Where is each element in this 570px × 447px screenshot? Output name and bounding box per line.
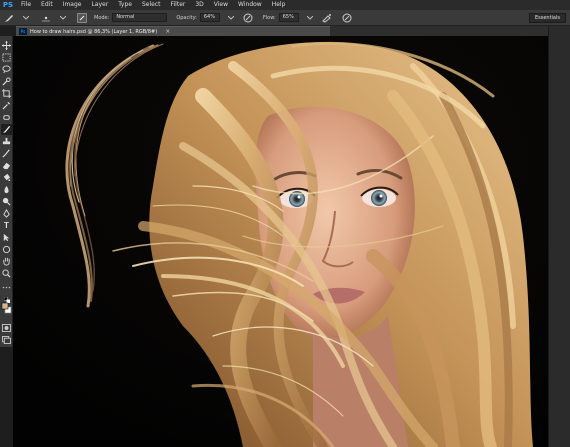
dodge-tool-icon[interactable] [1,196,12,207]
options-bar: Mode: Normal Opacity: 64% Flow: 65% Esse… [0,10,570,26]
document-canvas[interactable] [13,36,548,447]
chevron-down-icon[interactable] [305,12,316,23]
menu-filter[interactable]: Filter [166,0,191,10]
menu-edit[interactable]: Edit [36,0,58,10]
paint-bucket-tool-icon[interactable] [1,172,12,183]
quick-selection-tool-icon[interactable] [1,76,12,87]
chevron-down-icon[interactable] [20,12,31,23]
pen-tool-icon[interactable] [1,208,12,219]
mode-label: Mode: [94,14,110,21]
brush-tool-preset-icon[interactable] [3,12,14,23]
photo-woman-windblown-hair [13,36,548,447]
opacity-label: Opacity: [176,14,197,21]
clone-stamp-tool-icon[interactable] [1,136,12,147]
hand-tool-icon[interactable] [1,256,12,267]
tab-strip [330,26,548,36]
marquee-tool-icon[interactable] [1,52,12,63]
menu-window[interactable]: Window [233,0,267,10]
menu-view[interactable]: View [209,0,233,10]
move-tool-icon[interactable] [1,40,12,51]
menu-3d[interactable]: 3D [190,0,208,10]
path-selection-tool-icon[interactable] [1,232,12,243]
document-tab[interactable]: Ps How to draw hairs.psd @ 86,3% (Layer … [16,26,330,36]
color-swatches[interactable] [1,302,12,313]
type-tool-icon[interactable]: T [1,220,12,231]
right-panel-gutter [548,26,570,447]
menu-bar: PS File Edit Image Layer Type Select Fil… [0,0,570,10]
lasso-tool-icon[interactable] [1,64,12,75]
photoshop-logo: PS [2,1,14,9]
chevron-down-icon[interactable] [226,12,237,23]
menu-select[interactable]: Select [137,0,166,10]
flow-input[interactable]: 65% [278,13,299,22]
zoom-tool-icon[interactable] [1,268,12,279]
brush-size-icon[interactable] [40,12,51,23]
opacity-input[interactable]: 64% [199,13,220,22]
quick-mask-icon[interactable] [1,322,12,333]
airbrush-icon[interactable] [322,12,333,23]
pressure-opacity-icon[interactable] [243,12,254,23]
menu-help[interactable]: Help [267,0,291,10]
screen-mode-icon[interactable] [1,334,12,345]
menu-file[interactable]: File [16,0,36,10]
ellipsis-icon[interactable] [1,282,12,293]
workspace-switcher[interactable]: Essentials [528,13,566,23]
ellipse-tool-icon[interactable] [1,244,12,255]
brush-panel-toggle-icon[interactable] [76,12,87,23]
menu-type[interactable]: Type [113,0,137,10]
menu-layer[interactable]: Layer [86,0,113,10]
chevron-down-icon[interactable] [57,12,68,23]
document-title: How to draw hairs.psd @ 86,3% (Layer 1, … [30,28,158,35]
mode-select[interactable]: Normal [112,13,168,22]
tools-panel: T [0,36,13,347]
document-icon: Ps [19,28,27,35]
pressure-size-icon[interactable] [342,12,353,23]
crop-tool-icon[interactable] [1,88,12,99]
close-icon[interactable]: × [165,28,170,35]
blur-tool-icon[interactable] [1,184,12,195]
eraser-tool-icon[interactable] [1,160,12,171]
menu-image[interactable]: Image [58,0,87,10]
flow-label: Flow: [262,14,276,21]
history-brush-tool-icon[interactable] [1,148,12,159]
eyedropper-tool-icon[interactable] [1,100,12,111]
brush-tool-icon[interactable] [1,124,12,135]
healing-brush-tool-icon[interactable] [1,112,12,123]
